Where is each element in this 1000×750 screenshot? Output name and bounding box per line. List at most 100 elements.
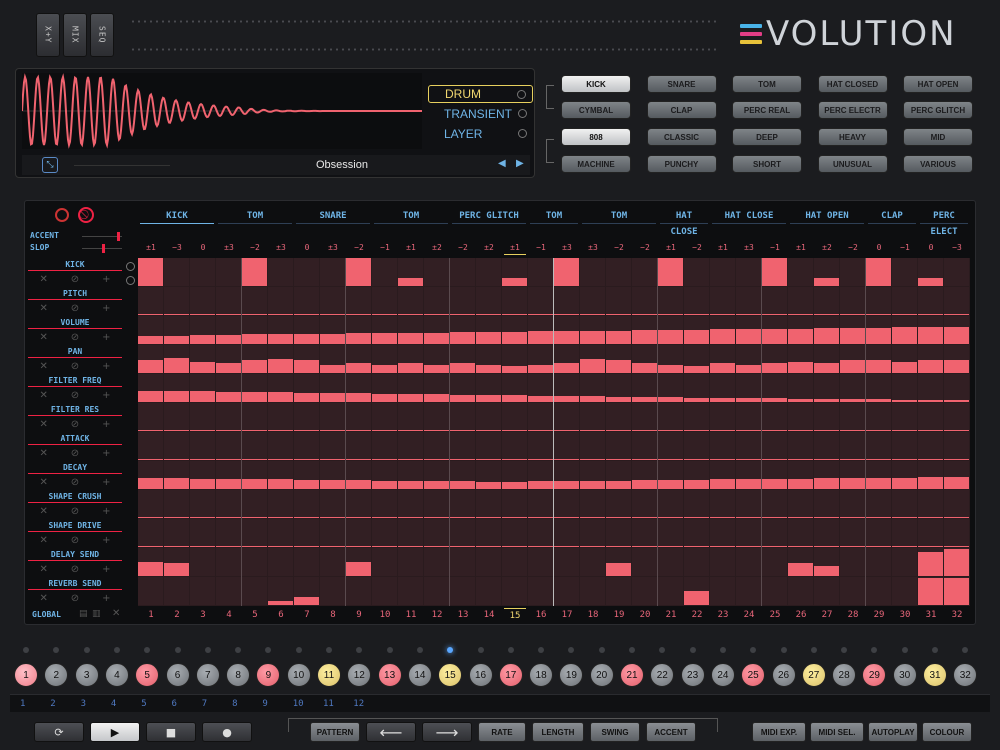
add-icon[interactable]: +	[102, 361, 110, 372]
grid-cell[interactable]	[372, 577, 397, 605]
grid-cell[interactable]	[164, 490, 189, 518]
grid-cell[interactable]	[658, 432, 683, 460]
step-number[interactable]: 2	[166, 608, 188, 622]
pad-23[interactable]: 23	[680, 663, 705, 687]
grid-cell[interactable]	[814, 345, 839, 373]
lane-header[interactable]: PERC ELECT	[920, 208, 968, 237]
step-offset[interactable]: ±3	[270, 241, 292, 255]
grid-cell[interactable]	[372, 258, 397, 286]
grid-cell[interactable]	[502, 577, 527, 605]
pad-7[interactable]: 7	[195, 663, 220, 687]
type-button-snare[interactable]: SNARE	[646, 75, 717, 93]
grid-cell[interactable]	[814, 258, 839, 286]
step-offset[interactable]: −1	[530, 241, 552, 255]
step-offset[interactable]: −2	[608, 241, 630, 255]
step-number[interactable]: 6	[270, 608, 292, 622]
grid-cell[interactable]	[710, 577, 735, 605]
lane-header[interactable]: HAT CLOSE	[660, 208, 708, 237]
grid-cell[interactable]	[866, 258, 891, 286]
grid-cell[interactable]	[424, 432, 449, 460]
clear-icon[interactable]: ✕	[39, 390, 47, 401]
grid-cell[interactable]	[294, 461, 319, 489]
pad-9[interactable]: 9	[256, 663, 281, 687]
grid-cell[interactable]	[424, 316, 449, 344]
grid-cell[interactable]	[528, 287, 553, 315]
type-button-cymbal[interactable]: CYMBAL	[561, 101, 631, 119]
clear-icon[interactable]: ✕	[39, 332, 47, 343]
grid-cell[interactable]	[710, 519, 735, 547]
add-icon[interactable]: +	[102, 390, 110, 401]
bypass-icon[interactable]: ⊘	[71, 303, 79, 314]
step-number[interactable]: 15	[504, 608, 526, 622]
bypass-icon[interactable]: ⊘	[71, 448, 79, 459]
grid-cell[interactable]	[892, 403, 917, 431]
grid-cell[interactable]	[762, 432, 787, 460]
pad-16[interactable]: 16	[468, 663, 493, 687]
grid-cell[interactable]	[320, 490, 345, 518]
grid-cell[interactable]	[892, 490, 917, 518]
grid-cell[interactable]	[424, 345, 449, 373]
grid-cell[interactable]	[632, 432, 657, 460]
mode-tab-transient[interactable]: TRANSIENT	[428, 105, 533, 123]
grid-cell[interactable]	[450, 316, 475, 344]
grid-cell[interactable]	[658, 519, 683, 547]
step-number[interactable]: 16	[530, 608, 552, 622]
grid-cell[interactable]	[242, 577, 267, 605]
grid-cell[interactable]	[632, 403, 657, 431]
grid-cell[interactable]	[398, 403, 423, 431]
grid-cell[interactable]	[606, 345, 631, 373]
clear-icon[interactable]: ✕	[39, 419, 47, 430]
grid-cell[interactable]	[242, 432, 267, 460]
grid-cell[interactable]	[320, 345, 345, 373]
pad-3[interactable]: 3	[74, 663, 99, 687]
grid-cell[interactable]	[788, 316, 813, 344]
grid-cell[interactable]	[684, 548, 709, 576]
step-number[interactable]: 12	[426, 608, 448, 622]
grid-cell[interactable]	[684, 461, 709, 489]
grid-cell[interactable]	[814, 548, 839, 576]
grid-cell[interactable]	[840, 577, 865, 605]
grid-cell[interactable]	[502, 519, 527, 547]
grid-cell[interactable]	[216, 577, 241, 605]
preset-prev-icon[interactable]: ◀	[498, 158, 506, 169]
grid-cell[interactable]	[684, 519, 709, 547]
grid-cell[interactable]	[450, 548, 475, 576]
step-offset[interactable]: −2	[634, 241, 656, 255]
grid-cell[interactable]	[372, 374, 397, 402]
step-offset[interactable]: −1	[764, 241, 786, 255]
grid-cell[interactable]	[788, 403, 813, 431]
grid-cell[interactable]	[398, 519, 423, 547]
grid-cell[interactable]	[268, 432, 293, 460]
grid-cell[interactable]	[398, 287, 423, 315]
grid-cell[interactable]	[268, 374, 293, 402]
grid-cell[interactable]	[736, 403, 761, 431]
kick-radio-alt-icon[interactable]	[126, 276, 135, 285]
step-offset[interactable]: ±1	[790, 241, 812, 255]
grid-cell[interactable]	[502, 374, 527, 402]
grid-cell[interactable]	[320, 287, 345, 315]
grid-cell[interactable]	[580, 374, 605, 402]
grid-cell[interactable]	[762, 577, 787, 605]
grid-cell[interactable]	[788, 548, 813, 576]
grid-cell[interactable]	[476, 519, 501, 547]
grid-cell[interactable]	[294, 490, 319, 518]
lane-header[interactable]: TOM	[582, 208, 656, 224]
grid-cell[interactable]	[736, 490, 761, 518]
accent-slider-handle[interactable]	[117, 232, 120, 241]
xy-view-button[interactable]: X+Y	[36, 13, 60, 57]
grid-cell[interactable]	[502, 403, 527, 431]
grid-cell[interactable]	[788, 345, 813, 373]
character-button-heavy[interactable]: HEAVY	[817, 128, 888, 146]
grid-cell[interactable]	[242, 461, 267, 489]
grid-cell[interactable]	[138, 287, 163, 315]
grid-cell[interactable]	[658, 490, 683, 518]
step-offset[interactable]: −2	[348, 241, 370, 255]
step-offset[interactable]: ±1	[140, 241, 162, 255]
grid-cell[interactable]	[424, 548, 449, 576]
bypass-icon[interactable]: ⊘	[71, 332, 79, 343]
grid-cell[interactable]	[320, 577, 345, 605]
kick-radio-icon[interactable]	[126, 262, 135, 271]
bypass-icon[interactable]: ⊘	[71, 477, 79, 488]
grid-cell[interactable]	[398, 432, 423, 460]
mode-tab-layer[interactable]: LAYER	[428, 125, 533, 143]
